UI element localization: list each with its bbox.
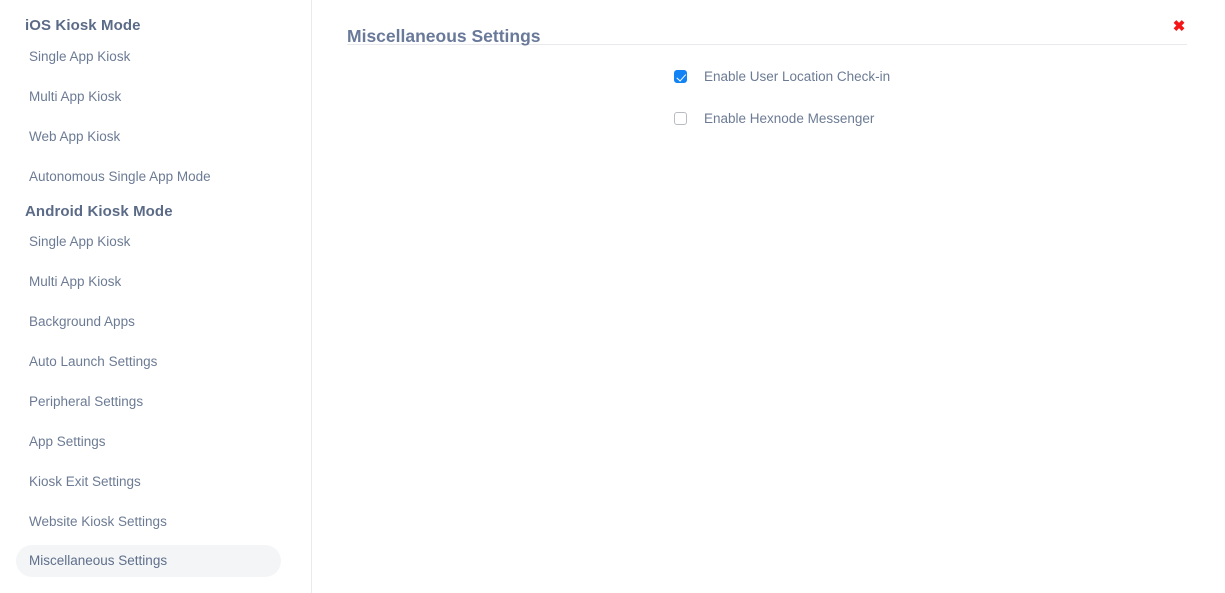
sidebar-item-ios-web-app-kiosk[interactable]: Web App Kiosk bbox=[16, 121, 281, 153]
sidebar-item-label: Kiosk Exit Settings bbox=[29, 474, 141, 490]
nav-heading-android-kiosk-mode: Android Kiosk Mode bbox=[25, 203, 173, 220]
sidebar-item-background-apps[interactable]: Background Apps bbox=[16, 306, 281, 338]
sidebar-item-label: Multi App Kiosk bbox=[29, 89, 122, 105]
sidebar-item-label: Web App Kiosk bbox=[29, 129, 121, 145]
checkbox-enable-hexnode-messenger[interactable] bbox=[674, 112, 687, 125]
sidebar-item-android-multi-app-kiosk[interactable]: Multi App Kiosk bbox=[16, 266, 281, 298]
checkbox-label-enable-user-location-checkin[interactable]: Enable User Location Check-in bbox=[704, 68, 890, 85]
sidebar-item-label: Miscellaneous Settings bbox=[29, 553, 168, 569]
sidebar-item-label: Peripheral Settings bbox=[29, 394, 144, 410]
sidebar-item-app-settings[interactable]: App Settings bbox=[16, 426, 281, 458]
page-title: Miscellaneous Settings bbox=[347, 25, 541, 46]
sidebar-item-kiosk-exit-settings[interactable]: Kiosk Exit Settings bbox=[16, 466, 281, 498]
sidebar-item-peripheral-settings[interactable]: Peripheral Settings bbox=[16, 386, 281, 418]
sidebar-item-miscellaneous-settings[interactable]: Miscellaneous Settings bbox=[16, 545, 281, 577]
sidebar-item-label: Single App Kiosk bbox=[29, 234, 131, 250]
nav-heading-ios-kiosk-mode: iOS Kiosk Mode bbox=[25, 17, 141, 34]
sidebar-item-label: Website Kiosk Settings bbox=[29, 514, 167, 530]
panel-header: Miscellaneous Settings ✖ bbox=[347, 0, 1187, 45]
sidebar-item-autonomous-single-app-mode[interactable]: Autonomous Single App Mode bbox=[16, 161, 281, 193]
sidebar-item-label: App Settings bbox=[29, 434, 106, 450]
sidebar-item-android-single-app-kiosk[interactable]: Single App Kiosk bbox=[16, 226, 281, 258]
sidebar-item-label: Background Apps bbox=[29, 314, 135, 330]
sidebar-item-label: Single App Kiosk bbox=[29, 49, 131, 65]
option-row-hexnode-messenger: Enable Hexnode Messenger bbox=[674, 110, 890, 132]
settings-options-list: Enable User Location Check-in Enable Hex… bbox=[674, 68, 890, 152]
close-icon[interactable]: ✖ bbox=[1171, 19, 1187, 35]
sidebar-item-label: Autonomous Single App Mode bbox=[29, 169, 211, 185]
option-row-user-location-checkin: Enable User Location Check-in bbox=[674, 68, 890, 90]
checkbox-label-enable-hexnode-messenger[interactable]: Enable Hexnode Messenger bbox=[704, 110, 874, 127]
sidebar-item-website-kiosk-settings[interactable]: Website Kiosk Settings bbox=[16, 506, 281, 538]
sidebar-item-auto-launch-settings[interactable]: Auto Launch Settings bbox=[16, 346, 281, 378]
app-root: iOS Kiosk Mode Single App Kiosk Multi Ap… bbox=[0, 0, 1225, 593]
sidebar-item-ios-single-app-kiosk[interactable]: Single App Kiosk bbox=[16, 41, 281, 73]
sidebar-item-ios-multi-app-kiosk[interactable]: Multi App Kiosk bbox=[16, 81, 281, 113]
sidebar-item-label: Auto Launch Settings bbox=[29, 354, 158, 370]
sidebar-item-label: Multi App Kiosk bbox=[29, 274, 122, 290]
checkbox-enable-user-location-checkin[interactable] bbox=[674, 70, 687, 83]
sidebar-navigation: iOS Kiosk Mode Single App Kiosk Multi Ap… bbox=[0, 0, 312, 593]
main-content: Miscellaneous Settings ✖ Enable User Loc… bbox=[312, 0, 1225, 593]
